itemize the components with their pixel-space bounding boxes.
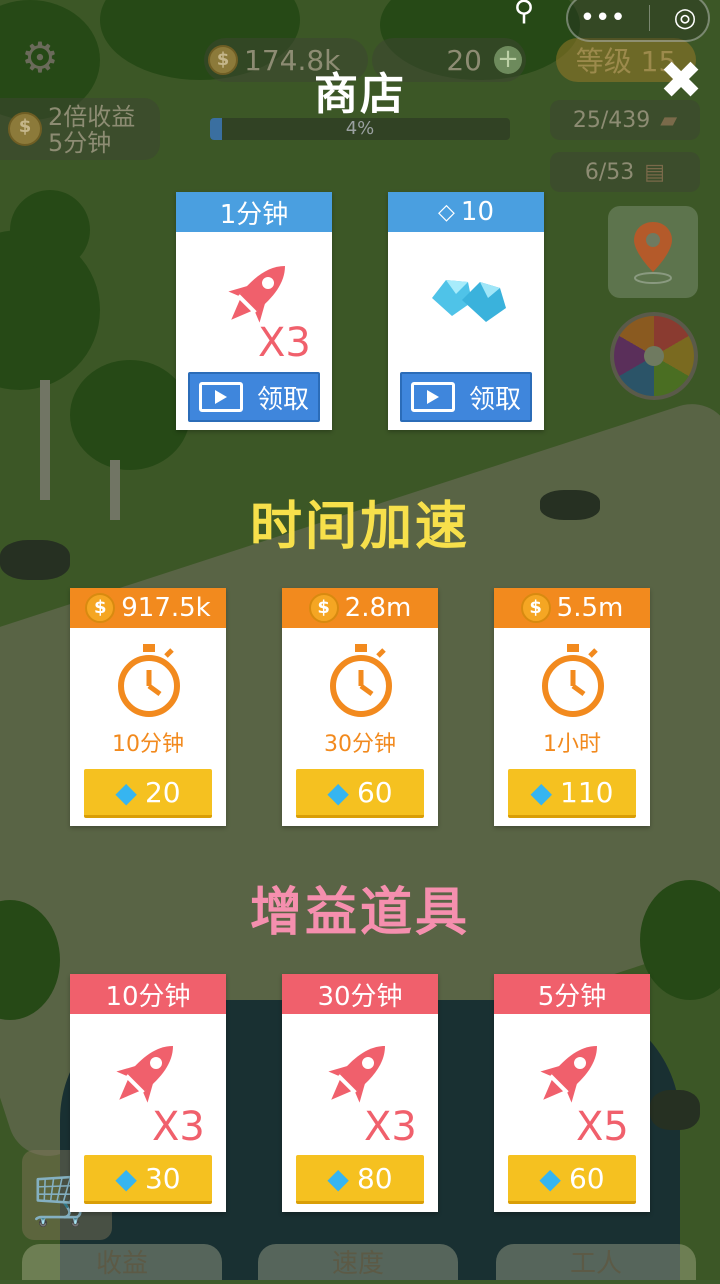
gem-pile-icon — [432, 280, 506, 322]
lucky-wheel-icon[interactable] — [610, 312, 698, 400]
shop-title: 商店 — [314, 69, 406, 120]
diamond-icon: ◆ — [327, 775, 349, 809]
boost-multiplier: X3 — [364, 1104, 417, 1150]
buy-with-gems-button[interactable]: ◆ 80 — [296, 1155, 424, 1204]
miniprogram-capsule: ••• ◎ — [566, 0, 710, 42]
location-icon[interactable]: ⚲ — [502, 0, 546, 34]
diamond-icon: ◆ — [115, 1161, 137, 1195]
boost-multiplier: X3 — [152, 1104, 205, 1150]
card-header: 30分钟 — [282, 974, 438, 1014]
coin-icon: $ — [520, 593, 551, 623]
boost-multiplier: X5 — [576, 1104, 629, 1150]
plank-resource: 6/53 ▤ — [550, 152, 700, 192]
video-icon — [198, 382, 243, 412]
card-header: 1分钟 — [176, 192, 332, 232]
buy-with-gems-button[interactable]: ◆ 30 — [84, 1155, 212, 1204]
tab-income[interactable]: 收益 — [22, 1244, 222, 1280]
plank-icon: ▤ — [644, 159, 666, 185]
card-header: $ 2.8m — [282, 588, 438, 628]
buy-with-gems-button[interactable]: ◆ 20 — [84, 769, 212, 818]
buy-with-gems-button[interactable]: ◆ 110 — [508, 769, 636, 818]
boosters-title: 增益道具 — [249, 883, 470, 943]
coin-icon: $ — [85, 593, 116, 623]
exit-circle-icon[interactable]: ◎ — [674, 3, 697, 33]
free-gem-card: ◇ 10 领取 — [388, 192, 544, 430]
diamond-outline-icon: ◇ — [437, 199, 455, 225]
tab-workers[interactable]: 工人 — [496, 1244, 696, 1280]
stopwatch-icon — [542, 644, 604, 717]
card-header: 10分钟 — [70, 974, 226, 1014]
time-boost-card-10min: $ 917.5k 10分钟 ◆ 20 — [70, 588, 226, 826]
close-icon[interactable]: ✖ — [656, 55, 706, 107]
map-pin-icon — [634, 222, 672, 284]
video-icon — [410, 382, 455, 412]
diamond-icon: ◆ — [539, 1161, 561, 1195]
diamond-icon: ◆ — [115, 775, 137, 809]
time-boost-title: 时间加速 — [249, 497, 470, 557]
card-header: 5分钟 — [494, 974, 650, 1014]
boost-duration: 10分钟 — [112, 732, 184, 757]
card-header: ◇ 10 — [388, 192, 544, 232]
booster-card-30min: 30分钟 X3 ◆ 80 — [282, 974, 438, 1212]
tab-speed[interactable]: 速度 — [258, 1244, 458, 1280]
free-boost-card: 1分钟 X3 领取 — [176, 192, 332, 430]
watch-video-claim-button[interactable]: 领取 — [400, 372, 532, 422]
stopwatch-icon — [330, 644, 392, 717]
boost-duration: 1小时 — [543, 732, 601, 757]
boost-duration: 30分钟 — [324, 732, 396, 757]
diamond-icon: ◆ — [327, 1161, 349, 1195]
map-pin-button[interactable] — [608, 206, 698, 298]
booster-card-5min: 5分钟 X5 ◆ 60 — [494, 974, 650, 1212]
boost-multiplier: X3 — [258, 320, 311, 366]
more-icon[interactable]: ••• — [580, 3, 626, 33]
time-boost-card-30min: $ 2.8m 30分钟 ◆ 60 — [282, 588, 438, 826]
watch-video-claim-button[interactable]: 领取 — [188, 372, 320, 422]
time-boost-card-1hour: $ 5.5m 1小时 ◆ 110 — [494, 588, 650, 826]
stopwatch-icon — [118, 644, 180, 717]
booster-card-10min: 10分钟 X3 ◆ 30 — [70, 974, 226, 1212]
diamond-icon: ◆ — [530, 775, 553, 809]
card-header: $ 5.5m — [494, 588, 650, 628]
coin-icon: $ — [308, 593, 339, 623]
buy-with-gems-button[interactable]: ◆ 60 — [508, 1155, 636, 1204]
card-header: $ 917.5k — [70, 588, 226, 628]
buy-with-gems-button[interactable]: ◆ 60 — [296, 769, 424, 818]
